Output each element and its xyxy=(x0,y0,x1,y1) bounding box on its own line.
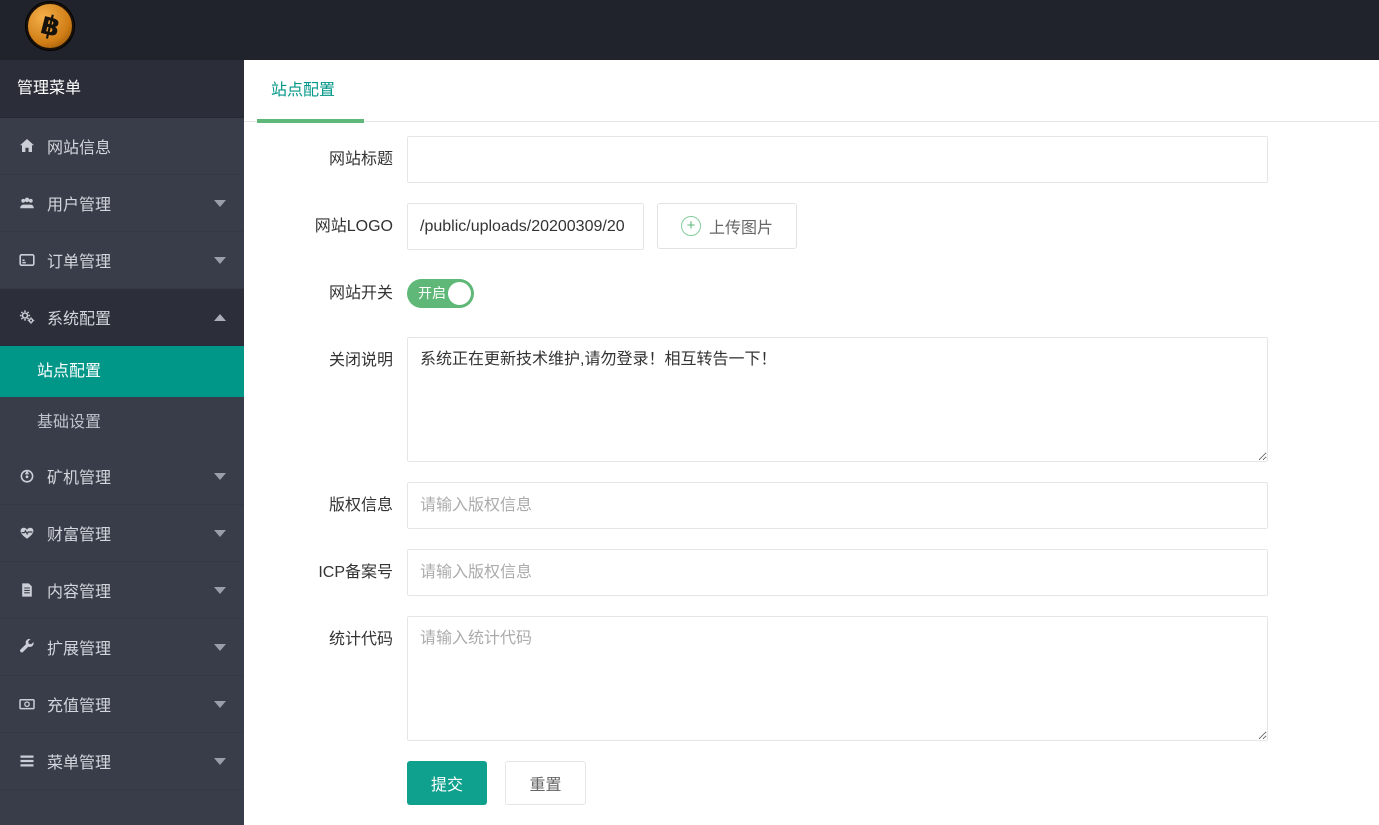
close-note-textarea[interactable]: 系统正在更新技术维护,请勿登录！相互转告一下！ xyxy=(407,337,1268,462)
heartbeat-icon xyxy=(18,525,38,541)
form-row-close-note: 关闭说明 系统正在更新技术维护,请勿登录！相互转告一下！ xyxy=(244,337,1379,462)
order-card-icon xyxy=(18,252,38,268)
sidebar-header: 管理菜单 xyxy=(0,60,244,118)
sidebar-item-menu-management[interactable]: 菜单管理 xyxy=(0,733,244,790)
switch-state-label: 开启 xyxy=(418,285,446,301)
stats-code-label: 统计代码 xyxy=(328,631,393,648)
miner-icon xyxy=(18,468,38,484)
stats-code-textarea[interactable] xyxy=(407,616,1268,741)
wrench-icon xyxy=(18,639,38,655)
sidebar-item-extension-management[interactable]: 扩展管理 xyxy=(0,619,244,676)
sidebar-item-order-management[interactable]: 订单管理 xyxy=(0,232,244,289)
form-row-stats-code: 统计代码 xyxy=(244,616,1379,741)
sidebar-item-label: 菜单管理 xyxy=(47,755,112,772)
copyright-label: 版权信息 xyxy=(328,497,393,514)
topbar: ฿ xyxy=(0,0,1379,60)
sidebar-item-miner-management[interactable]: 矿机管理 xyxy=(0,448,244,505)
sidebar-item-label: 扩展管理 xyxy=(47,641,112,658)
close-note-label: 关闭说明 xyxy=(328,352,393,369)
chevron-down-icon xyxy=(214,529,226,537)
site-title-input[interactable] xyxy=(407,136,1268,183)
money-icon xyxy=(18,696,38,712)
active-tab-underline xyxy=(257,119,364,123)
sidebar-item-label: 充值管理 xyxy=(47,698,112,715)
bars-icon xyxy=(18,753,38,769)
site-logo-label: 网站LOGO xyxy=(314,218,393,235)
sidebar-item-label: 系统配置 xyxy=(47,311,112,328)
main-content: 站点配置 网站标题 网站LOGO + 上传图片 网站开关 开启 关闭说明 系统正… xyxy=(244,60,1379,825)
sidebar-item-label: 订单管理 xyxy=(47,254,112,271)
icp-label: ICP备案号 xyxy=(318,564,393,581)
form-row-copyright: 版权信息 xyxy=(244,482,1379,529)
sidebar-subitem-basic-settings[interactable]: 基础设置 xyxy=(0,397,244,448)
sidebar-item-label: 财富管理 xyxy=(47,527,112,544)
sidebar-item-label: 内容管理 xyxy=(47,584,112,601)
bitcoin-glyph: ฿ xyxy=(37,8,63,44)
sidebar-item-label: 用户管理 xyxy=(47,197,112,214)
site-config-form: 网站标题 网站LOGO + 上传图片 网站开关 开启 关闭说明 系统正在更新技术… xyxy=(244,122,1379,805)
sidebar-item-wealth-management[interactable]: 财富管理 xyxy=(0,505,244,562)
sidebar-item-recharge-management[interactable]: 充值管理 xyxy=(0,676,244,733)
site-switch-label: 网站开关 xyxy=(328,285,393,302)
tab-site-config[interactable]: 站点配置 xyxy=(257,60,349,121)
sidebar-item-label: 网站信息 xyxy=(47,140,112,157)
sidebar-subitem-site-config[interactable]: 站点配置 xyxy=(0,346,244,397)
sidebar-item-label: 矿机管理 xyxy=(47,470,112,487)
form-row-site-title: 网站标题 xyxy=(244,136,1379,183)
reset-button[interactable]: 重置 xyxy=(505,761,586,805)
gears-icon xyxy=(18,309,38,325)
chevron-up-icon xyxy=(214,313,226,321)
upload-image-label: 上传图片 xyxy=(708,220,773,237)
sidebar-item-content-management[interactable]: 内容管理 xyxy=(0,562,244,619)
site-switch-toggle[interactable]: 开启 xyxy=(407,279,474,308)
bitcoin-coin-icon: ฿ xyxy=(26,2,74,50)
sidebar: 管理菜单 网站信息 用户管理 订单管理 系统配置 站点配置 基础设置 矿机管理 xyxy=(0,60,244,825)
chevron-down-icon xyxy=(214,199,226,207)
submit-button[interactable]: 提交 xyxy=(407,761,487,805)
document-icon xyxy=(18,582,38,598)
site-title-label: 网站标题 xyxy=(328,151,393,168)
form-buttons: 提交 重置 xyxy=(407,761,1379,805)
form-row-site-logo: 网站LOGO + 上传图片 xyxy=(244,203,1379,250)
tab-bar: 站点配置 xyxy=(244,60,1379,123)
copyright-input[interactable] xyxy=(407,482,1268,529)
chevron-down-icon xyxy=(214,643,226,651)
users-icon xyxy=(18,195,38,211)
chevron-down-icon xyxy=(214,472,226,480)
home-icon xyxy=(18,138,38,154)
site-logo-input[interactable] xyxy=(407,203,644,250)
chevron-down-icon xyxy=(214,700,226,708)
form-row-icp: ICP备案号 xyxy=(244,549,1379,596)
sidebar-item-system-config[interactable]: 系统配置 xyxy=(0,289,244,346)
sidebar-item-user-management[interactable]: 用户管理 xyxy=(0,175,244,232)
icp-input[interactable] xyxy=(407,549,1268,596)
upload-image-button[interactable]: + 上传图片 xyxy=(657,203,797,249)
chevron-down-icon xyxy=(214,586,226,594)
form-row-site-switch: 网站开关 开启 xyxy=(244,270,1379,317)
chevron-down-icon xyxy=(214,757,226,765)
chevron-down-icon xyxy=(214,256,226,264)
circle-plus-icon: + xyxy=(680,216,701,236)
switch-knob xyxy=(448,282,471,305)
sidebar-item-website-info[interactable]: 网站信息 xyxy=(0,118,244,175)
